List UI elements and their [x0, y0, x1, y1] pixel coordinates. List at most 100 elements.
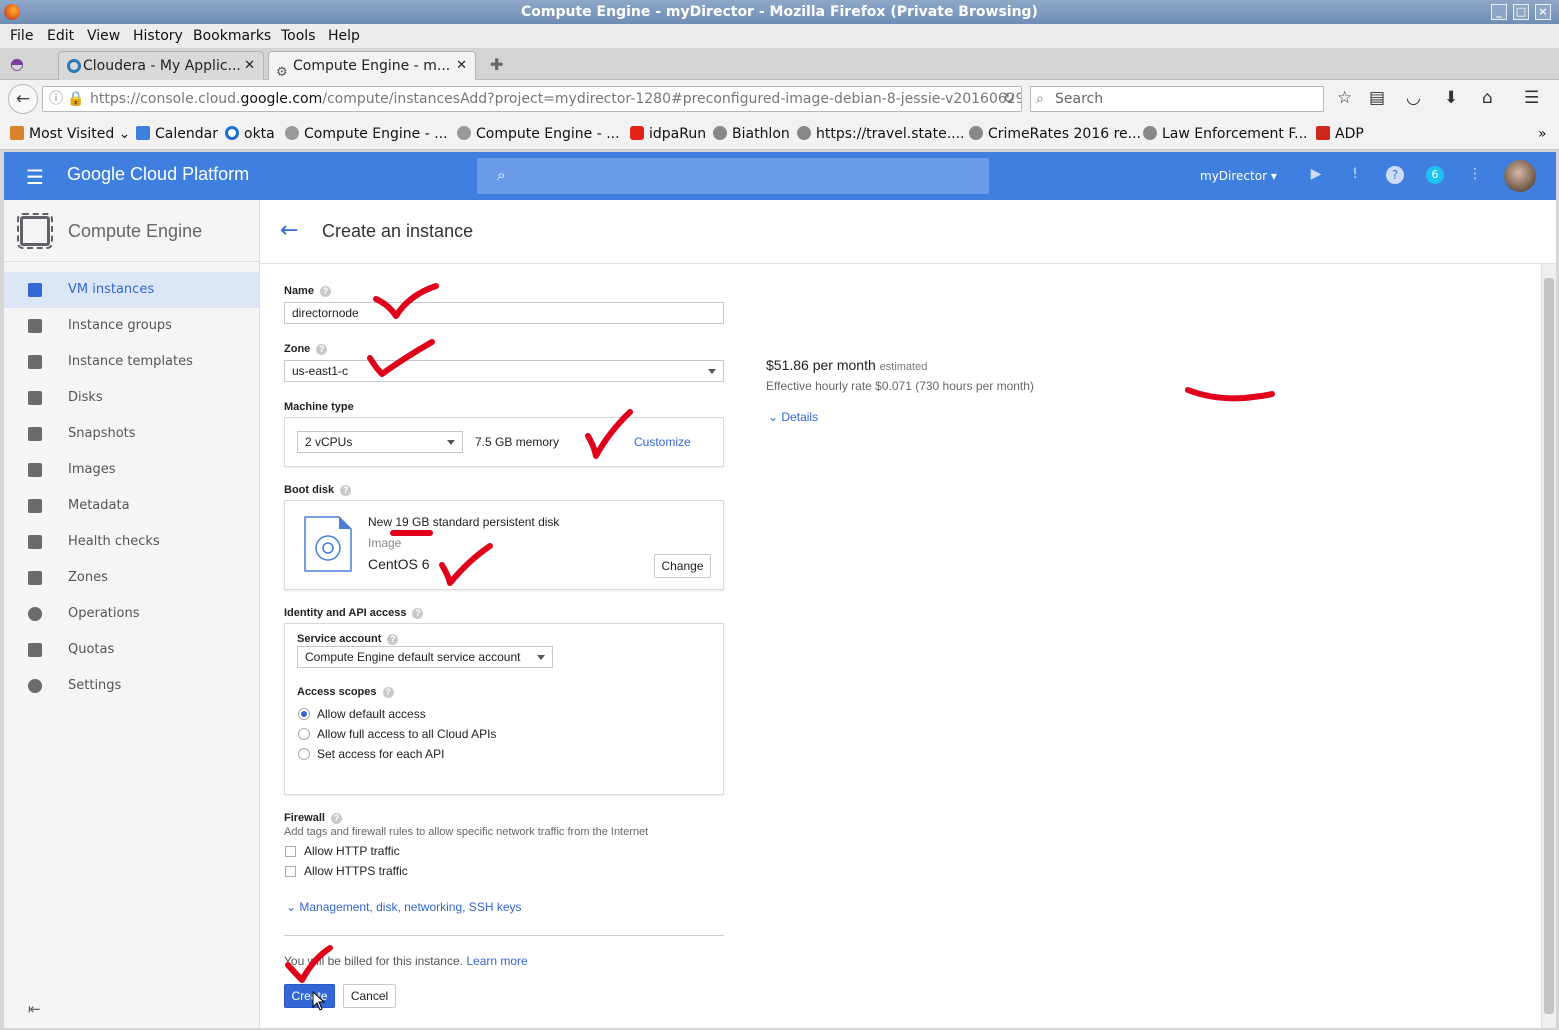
tab-compute-engine[interactable]: ⚙ Compute Engine - m... ✕: [268, 51, 476, 80]
billing-notice: You will be billed for this instance. Le…: [284, 954, 528, 968]
home-icon[interactable]: ⌂: [1482, 88, 1493, 108]
bookmark-crimerates[interactable]: CrimeRates 2016 re...: [969, 126, 1141, 142]
sidebar-item-instance-groups[interactable]: Instance groups: [4, 308, 259, 344]
scope-full-label[interactable]: Allow full access to all Cloud APIs: [317, 727, 496, 741]
tab-cloudera[interactable]: Cloudera - My Applic... ✕: [58, 51, 264, 80]
project-selector[interactable]: myDirector ▾: [1200, 169, 1277, 183]
notifications-badge[interactable]: 6: [1426, 166, 1444, 184]
menu-bookmarks[interactable]: Bookmarks: [193, 28, 271, 44]
allow-http-label[interactable]: Allow HTTP traffic: [304, 844, 400, 858]
sidebar-item-images[interactable]: Images: [4, 452, 259, 488]
help-icon[interactable]: ?: [316, 344, 328, 355]
back-arrow-icon[interactable]: ←: [280, 218, 298, 243]
maximize-button[interactable]: □: [1513, 4, 1529, 20]
gcp-search-input[interactable]: ⌕: [477, 158, 989, 194]
zone-select[interactable]: us-east1-c: [284, 360, 724, 382]
learn-more-link[interactable]: Learn more: [466, 954, 527, 968]
cloud-shell-icon[interactable]: ▶: [1307, 166, 1325, 184]
chevron-down-icon: [537, 655, 545, 660]
scope-each-radio[interactable]: [298, 748, 310, 760]
sidebar-item-health-checks[interactable]: Health checks: [4, 524, 259, 560]
scope-default-label[interactable]: Allow default access: [317, 707, 426, 721]
details-link[interactable]: ⌄ Details: [768, 410, 818, 424]
bookmark-idparun[interactable]: idpaRun: [630, 126, 706, 142]
hamburger-menu-icon[interactable]: ☰: [1524, 88, 1539, 108]
bookmarks-overflow-icon[interactable]: »: [1538, 126, 1547, 142]
tab-bar: ◓ Cloudera - My Applic... ✕ ⚙ Compute En…: [0, 48, 1559, 80]
collapse-sidebar-icon[interactable]: ⇤: [28, 1000, 41, 1018]
help-icon[interactable]: ?: [382, 687, 394, 698]
bookmark-most-visited[interactable]: Most Visited ⌄: [10, 126, 130, 142]
scope-default-radio[interactable]: [298, 708, 310, 720]
browser-search-input[interactable]: ⌕ Search: [1030, 86, 1324, 112]
close-tab-icon[interactable]: ✕: [456, 52, 467, 80]
more-options-icon[interactable]: ⋮: [1466, 166, 1484, 184]
name-input[interactable]: directornode: [284, 302, 724, 324]
scope-each-label[interactable]: Set access for each API: [317, 747, 444, 761]
help-icon[interactable]: ?: [1386, 166, 1404, 184]
boot-image-label: Image: [368, 536, 402, 550]
cancel-button[interactable]: Cancel: [343, 984, 396, 1008]
private-browsing-icon: ◓: [10, 54, 24, 73]
menu-history[interactable]: History: [133, 28, 183, 44]
minimize-button[interactable]: _: [1491, 4, 1507, 20]
gcp-brand[interactable]: Google Cloud Platform: [67, 164, 249, 185]
bookmark-biathlon[interactable]: Biathlon: [713, 126, 790, 142]
feedback-icon[interactable]: !: [1346, 166, 1364, 184]
close-tab-icon[interactable]: ✕: [244, 52, 255, 80]
help-icon[interactable]: ?: [340, 485, 352, 496]
chevron-down-icon: [447, 440, 455, 445]
sidebar-item-metadata[interactable]: Metadata: [4, 488, 259, 524]
menu-file[interactable]: File: [10, 28, 33, 44]
bookmark-compute-engine-1[interactable]: Compute Engine - ...: [285, 126, 448, 142]
bookmark-okta[interactable]: okta: [225, 126, 275, 142]
bookmark-compute-engine-2[interactable]: Compute Engine - ...: [457, 126, 620, 142]
scope-full-radio[interactable]: [298, 728, 310, 740]
bookmark-adp[interactable]: ADP: [1316, 126, 1364, 142]
sidebar-item-vm-instances[interactable]: VM instances: [4, 272, 259, 308]
sidebar-item-settings[interactable]: Settings: [4, 668, 259, 704]
sidebar-item-snapshots[interactable]: Snapshots: [4, 416, 259, 452]
back-icon[interactable]: ←: [8, 84, 38, 114]
sidebar-item-quotas[interactable]: Quotas: [4, 632, 259, 668]
sidebar-item-zones[interactable]: Zones: [4, 560, 259, 596]
avatar[interactable]: [1504, 160, 1536, 192]
customize-link[interactable]: Customize: [634, 435, 691, 449]
bookmark-travel-state[interactable]: https://travel.state....: [797, 126, 965, 142]
gear-icon: [28, 679, 42, 693]
help-icon[interactable]: ?: [319, 286, 331, 297]
create-button[interactable]: Create: [284, 984, 335, 1008]
access-scopes-label: Access scopes?: [297, 686, 394, 698]
sidebar-item-instance-templates[interactable]: Instance templates: [4, 344, 259, 380]
menu-tools[interactable]: Tools: [281, 28, 316, 44]
downloads-icon[interactable]: ⬇: [1444, 88, 1458, 108]
help-icon[interactable]: ?: [387, 634, 399, 645]
menu-edit[interactable]: Edit: [47, 28, 74, 44]
bookmark-law-enforcement[interactable]: Law Enforcement F...: [1143, 126, 1307, 142]
help-icon[interactable]: ?: [330, 813, 342, 824]
allow-http-checkbox[interactable]: [285, 846, 296, 857]
scrollbar[interactable]: [1541, 264, 1556, 1028]
allow-https-checkbox[interactable]: [285, 866, 296, 877]
sidebar-item-operations[interactable]: Operations: [4, 596, 259, 632]
close-window-button[interactable]: ×: [1535, 4, 1551, 20]
pocket-icon[interactable]: ◡: [1406, 88, 1421, 108]
menu-view[interactable]: View: [87, 28, 120, 44]
allow-https-label[interactable]: Allow HTTPS traffic: [304, 864, 408, 878]
advanced-options-link[interactable]: ⌄ Management, disk, networking, SSH keys: [286, 900, 522, 914]
service-account-select[interactable]: Compute Engine default service account: [297, 646, 553, 668]
new-tab-icon[interactable]: ✚: [490, 55, 503, 74]
main-menu-icon[interactable]: ☰: [26, 165, 44, 189]
reload-icon[interactable]: ↻: [1003, 87, 1015, 111]
bookmark-star-icon[interactable]: ☆: [1337, 88, 1352, 108]
reading-list-icon[interactable]: ▤: [1369, 88, 1385, 108]
bookmark-calendar[interactable]: Calendar: [136, 126, 218, 142]
info-icon[interactable]: ⓘ: [49, 87, 63, 111]
change-boot-disk-button[interactable]: Change: [654, 554, 711, 578]
scrollbar-thumb[interactable]: [1544, 278, 1554, 1014]
help-icon[interactable]: ?: [412, 608, 424, 619]
sidebar-item-disks[interactable]: Disks: [4, 380, 259, 416]
url-bar[interactable]: ⓘ 🔒 https://console.cloud.google.com/com…: [42, 86, 1022, 112]
menu-help[interactable]: Help: [328, 28, 360, 44]
machine-type-select[interactable]: 2 vCPUs: [297, 431, 463, 453]
